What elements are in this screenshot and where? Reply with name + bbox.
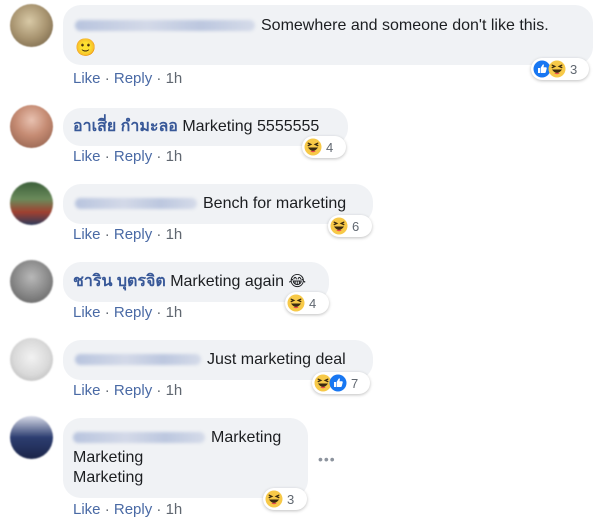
author-name[interactable]: ชาริน บุตรจิต (73, 273, 166, 290)
comment-actions: Like · Reply · 1h (73, 70, 182, 87)
reply-button[interactable]: Reply (114, 226, 152, 243)
separator: · (100, 148, 114, 165)
comment-actions: Like · Reply · 1h (73, 148, 182, 165)
timestamp[interactable]: 1h (166, 70, 183, 87)
comment-text: Just marketing deal (207, 351, 346, 368)
haha-reaction-icon (304, 138, 322, 156)
reactions-summary[interactable]: 4 (302, 136, 346, 158)
comment-text-line: Marketing (73, 469, 144, 486)
reactions-summary[interactable]: 3 (531, 58, 589, 80)
separator: · (152, 70, 166, 87)
more-options-icon[interactable]: ••• (318, 451, 336, 467)
avatar[interactable] (10, 4, 53, 47)
reactions-summary[interactable]: 7 (312, 372, 370, 394)
avatar[interactable] (10, 416, 53, 459)
comment-text: Somewhere and someone don't like this. (261, 17, 549, 34)
like-button[interactable]: Like (73, 148, 101, 165)
reactions-summary[interactable]: 6 (328, 215, 372, 237)
author-name[interactable] (75, 354, 201, 366)
avatar[interactable] (10, 105, 53, 148)
reaction-count: 6 (352, 218, 360, 234)
like-button[interactable]: Like (73, 501, 101, 518)
reply-button[interactable]: Reply (114, 70, 152, 87)
like-reaction-icon (329, 374, 347, 392)
comment-text: Bench for marketing (203, 195, 347, 212)
haha-reaction-icon (548, 60, 566, 78)
reaction-count: 7 (351, 375, 359, 391)
comment-actions: Like · Reply · 1h (73, 304, 182, 321)
reaction-count: 4 (309, 295, 317, 311)
comment-bubble: Bench for marketing (63, 184, 373, 224)
timestamp[interactable]: 1h (166, 304, 183, 321)
separator: · (152, 148, 166, 165)
separator: · (100, 226, 114, 243)
author-name[interactable] (75, 198, 197, 210)
haha-reaction-icon (265, 490, 283, 508)
avatar[interactable] (10, 182, 53, 225)
timestamp[interactable]: 1h (166, 148, 183, 165)
timestamp[interactable]: 1h (166, 382, 183, 399)
comment-text: Marketing again (170, 273, 285, 290)
separator: · (152, 226, 166, 243)
reactions-summary[interactable]: 3 (263, 488, 307, 510)
comment-actions: Like · Reply · 1h (73, 382, 182, 399)
author-name[interactable]: อาเสี่ย กำมะลอ (73, 118, 178, 135)
avatar[interactable] (10, 260, 53, 303)
haha-reaction-icon (330, 217, 348, 235)
reaction-count: 3 (287, 491, 295, 507)
separator: · (100, 501, 114, 518)
avatar[interactable] (10, 338, 53, 381)
reactions-summary[interactable]: 4 (285, 292, 329, 314)
reply-button[interactable]: Reply (114, 382, 152, 399)
comment-text-line: Marketing (211, 429, 282, 446)
separator: · (100, 382, 114, 399)
like-button[interactable]: Like (73, 304, 101, 321)
comment-text: Marketing 5555555 (182, 118, 320, 135)
comment-actions: Like · Reply · 1h (73, 226, 182, 243)
author-name[interactable] (73, 432, 205, 444)
tears-of-joy-emoji: 😂 (288, 273, 307, 290)
reaction-count: 4 (326, 139, 334, 155)
reply-button[interactable]: Reply (114, 148, 152, 165)
author-name[interactable] (75, 20, 255, 32)
comment-text-line: Marketing (73, 449, 144, 466)
like-button[interactable]: Like (73, 226, 101, 243)
reply-button[interactable]: Reply (114, 501, 152, 518)
separator: · (152, 382, 166, 399)
separator: · (152, 304, 166, 321)
slightly-smiling-emoji: 🙂 (75, 38, 97, 57)
comment-actions: Like · Reply · 1h (73, 501, 182, 518)
like-button[interactable]: Like (73, 70, 101, 87)
reaction-count: 3 (570, 61, 578, 77)
timestamp[interactable]: 1h (166, 501, 183, 518)
comment-bubble: Marketing Marketing Marketing (63, 418, 308, 498)
reply-button[interactable]: Reply (114, 304, 152, 321)
comment-bubble: Somewhere and someone don't like this. 🙂 (63, 5, 593, 65)
haha-reaction-icon (287, 294, 305, 312)
separator: · (152, 501, 166, 518)
like-button[interactable]: Like (73, 382, 101, 399)
separator: · (100, 70, 114, 87)
timestamp[interactable]: 1h (166, 226, 183, 243)
separator: · (100, 304, 114, 321)
